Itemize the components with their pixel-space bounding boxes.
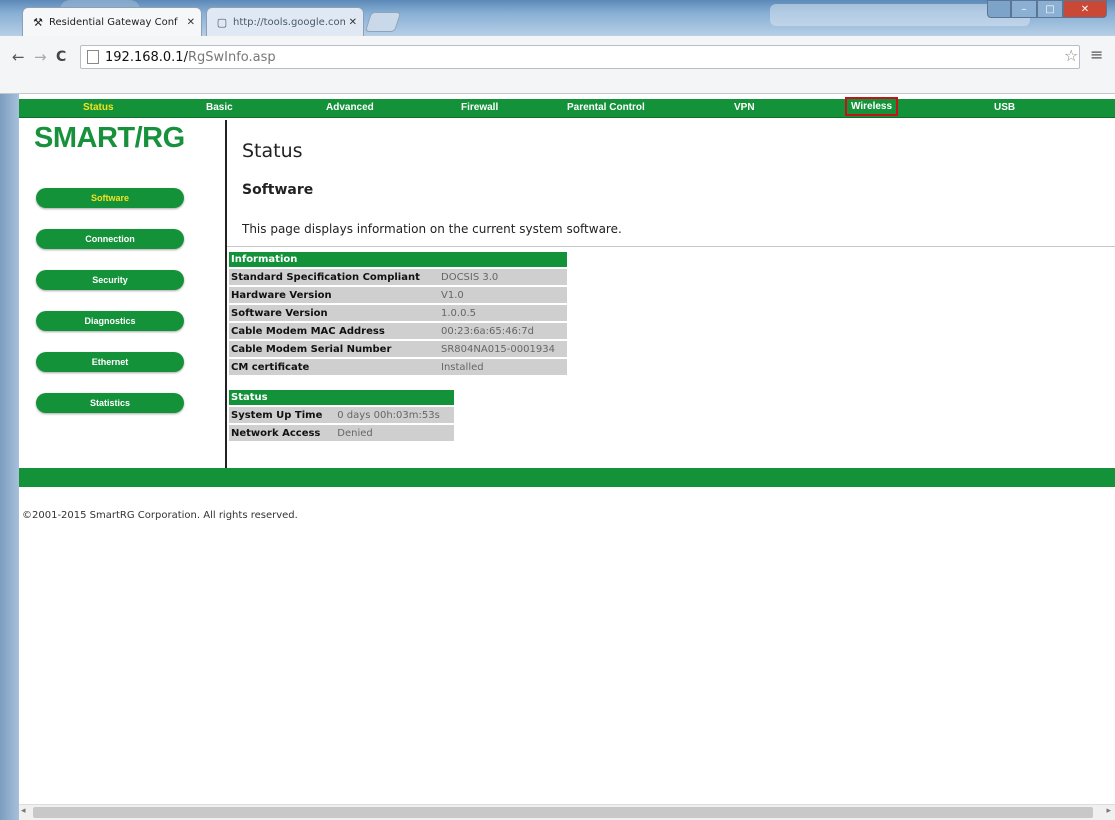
page-icon: ▢ [216,15,228,29]
row-key: CM certificate [229,358,439,377]
browser-tab-inactive[interactable]: ▢ http://tools.google.com/ ✕ [206,7,364,36]
address-bar[interactable]: 192.168.0.1/RgSwInfo.asp [80,45,1080,69]
information-table: Information Standard Specification Compl… [229,252,567,377]
status-table: Status System Up Time 0 days 00h:03m:53s… [229,390,454,443]
table-row: Cable Modem MAC Address 00:23:6a:65:46:7… [229,322,567,341]
nav-basic[interactable]: Basic [206,100,233,115]
window-controls: – □ ✕ [987,0,1107,18]
menu-icon[interactable]: ≡ [1090,45,1103,64]
close-tab-icon[interactable]: ✕ [187,17,195,28]
nav-status[interactable]: Status [83,100,114,115]
tab-label: Residential Gateway Conf [49,16,178,28]
page-title: Status [242,140,303,162]
tools-icon: ⚒ [33,15,43,29]
copyright-text: ©2001-2015 SmartRG Corporation. All righ… [22,510,298,521]
help-window-button[interactable] [987,0,1011,18]
page-icon [87,50,99,64]
sidebar-item-diagnostics[interactable]: Diagnostics [36,311,184,331]
row-value: V1.0 [439,286,567,305]
reload-icon[interactable]: C [56,49,66,65]
row-key: Cable Modem MAC Address [229,322,439,341]
nav-advanced[interactable]: Advanced [326,100,374,115]
row-value: 1.0.0.5 [439,304,567,323]
back-arrow-icon[interactable]: ← [12,48,25,66]
row-value: Denied [335,424,454,443]
horizontal-scrollbar[interactable]: ◂ ▸ [19,804,1115,820]
scrollbar-thumb[interactable] [33,807,1093,818]
browser-toolbar: ← → C 192.168.0.1/RgSwInfo.asp ☆ ≡ [0,36,1115,94]
row-key: Software Version [229,304,439,323]
table-header: Status [229,390,454,407]
table-row: Network Access Denied [229,424,454,443]
row-value: SR804NA015-0001934 [439,340,567,359]
nav-firewall[interactable]: Firewall [461,100,498,115]
section-title: Software [242,182,314,198]
url-host: 192.168.0.1/ [105,49,188,65]
top-navigation: Status Basic Advanced Firewall Parental … [19,97,1115,118]
sidebar-item-connection[interactable]: Connection [36,229,184,249]
sidebar-item-software[interactable]: Software [36,188,184,208]
close-window-button[interactable]: ✕ [1063,0,1107,18]
scroll-left-icon[interactable]: ◂ [21,806,26,816]
footer-bar [19,468,1115,487]
row-value: 00:23:6a:65:46:7d [439,322,567,341]
row-key: System Up Time [229,406,336,425]
nav-wireless[interactable]: Wireless [845,97,899,116]
maximize-button[interactable]: □ [1037,0,1063,18]
minimize-button[interactable]: – [1011,0,1037,18]
smartrg-logo: SMART/RG [34,122,185,154]
sidebar-item-ethernet[interactable]: Ethernet [36,352,184,372]
new-tab-button[interactable] [364,12,402,32]
nav-usb[interactable]: USB [994,100,1015,115]
table-row: System Up Time 0 days 00h:03m:53s [229,406,454,425]
forward-arrow-icon[interactable]: → [34,48,47,66]
table-row: CM certificate Installed [229,358,567,377]
row-key: Cable Modem Serial Number [229,340,439,359]
row-key: Network Access [229,424,336,443]
sidebar-item-statistics[interactable]: Statistics [36,393,184,413]
nav-parental-control[interactable]: Parental Control [567,100,645,115]
scroll-right-icon[interactable]: ▸ [1106,806,1111,816]
close-tab-icon[interactable]: ✕ [349,17,357,28]
divider [227,246,1115,247]
sidebar-item-security[interactable]: Security [36,270,184,290]
row-key: Hardware Version [229,286,439,305]
table-header: Information [229,252,567,269]
table-row: Hardware Version V1.0 [229,286,567,305]
page-description: This page displays information on the cu… [242,222,622,236]
url-path: RgSwInfo.asp [187,49,276,65]
row-value: DOCSIS 3.0 [439,268,567,287]
window-edge [0,94,19,820]
nav-vpn[interactable]: VPN [734,100,755,115]
row-value: Installed [439,358,567,377]
row-value: 0 days 00h:03m:53s [335,406,454,425]
row-key: Standard Specification Compliant [229,268,439,287]
browser-tab-active[interactable]: ⚒ Residential Gateway Conf ✕ [22,7,202,36]
bookmark-star-icon[interactable]: ☆ [1064,46,1078,65]
sidebar-divider [225,120,227,468]
table-row: Standard Specification Compliant DOCSIS … [229,268,567,287]
table-row: Cable Modem Serial Number SR804NA015-000… [229,340,567,359]
browser-titlebar: ⚒ Residential Gateway Conf ✕ ▢ http://to… [0,0,1115,36]
tab-label: http://tools.google.com/ [233,16,345,28]
table-row: Software Version 1.0.0.5 [229,304,567,323]
